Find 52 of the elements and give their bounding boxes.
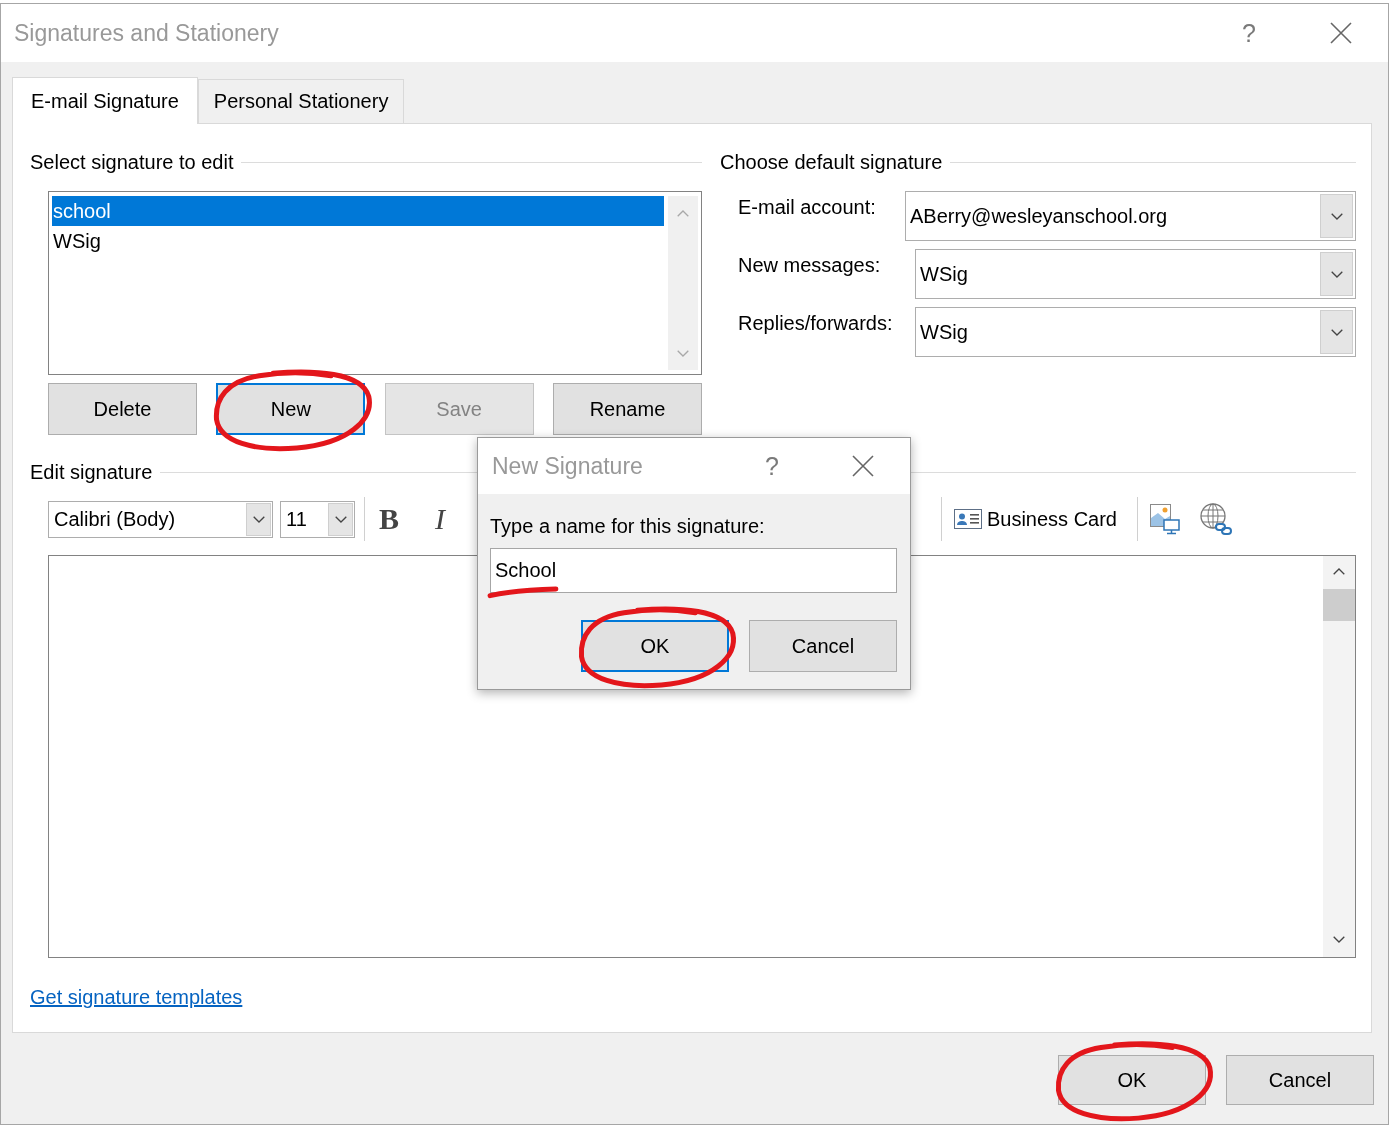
chevron-down-icon [1330,212,1343,220]
tab[interactable]: E-mail Signature [12,77,198,124]
signature-list-item[interactable]: WSig [52,226,664,256]
close-icon [852,455,874,477]
window-title: Signatures and Stationery [14,19,280,47]
close-icon [1330,22,1352,44]
signature-list-item[interactable]: school [52,196,664,226]
chevron-up-icon[interactable] [1333,568,1345,575]
delete-button[interactable]: Delete [48,383,197,435]
contact-card-icon [953,509,982,529]
replies-forwards-dropdown[interactable]: WSig [915,307,1356,357]
dropdown-button[interactable] [246,502,271,536]
ok-button[interactable]: OK [581,620,729,672]
chevron-down-icon [1330,328,1343,336]
dropdown-button[interactable] [328,502,353,536]
cancel-button[interactable]: Cancel [1226,1055,1374,1105]
globe-link-icon [1199,502,1233,536]
signature-name-field[interactable]: School [490,548,897,593]
tab[interactable]: Personal Stationery [197,79,405,123]
cancel-button[interactable]: Cancel [749,620,897,672]
dropdown-button[interactable] [1320,252,1353,296]
dropdown-button[interactable] [1320,194,1353,238]
new-messages-dropdown[interactable]: WSig [915,249,1356,299]
group-heading: Edit signature [30,460,153,484]
chevron-down-icon [334,515,347,523]
ok-button[interactable]: OK [1058,1055,1206,1105]
hyperlink-button[interactable] [1198,501,1234,537]
business-card-button[interactable]: Business Card [953,501,1117,537]
italic-button[interactable]: I [424,501,456,537]
help-button[interactable]: ? [1227,13,1271,53]
chevron-down-icon [252,515,265,523]
group-heading: Select signature to edit [30,150,234,174]
new-button[interactable]: New [216,383,366,435]
help-button[interactable]: ? [751,446,793,486]
dialog-title: New Signature [492,452,644,480]
email-account-dropdown[interactable]: ABerry@wesleyanschool.org [905,191,1356,241]
rename-button[interactable]: Rename [553,383,702,435]
font-dropdown[interactable]: Calibri (Body) [48,500,273,538]
bold-button[interactable]: B [373,501,405,537]
picture-monitor-icon [1149,503,1181,535]
dropdown-button[interactable] [1320,310,1353,354]
chevron-down-icon[interactable] [1333,936,1345,943]
chevron-down-icon [1330,270,1343,278]
font-size-dropdown[interactable]: 11 [280,500,355,538]
group-heading: Choose default signature [720,150,943,174]
field-label: Replies/forwards: [738,311,893,335]
templates-link[interactable]: Get signature templates [30,985,243,1009]
field-label: E-mail account: [738,195,876,219]
prompt-label: Type a name for this signature: [490,514,766,538]
field-label: New messages: [738,253,881,277]
scrollbar-thumb[interactable] [1323,589,1355,621]
insert-picture-button[interactable] [1147,501,1183,537]
